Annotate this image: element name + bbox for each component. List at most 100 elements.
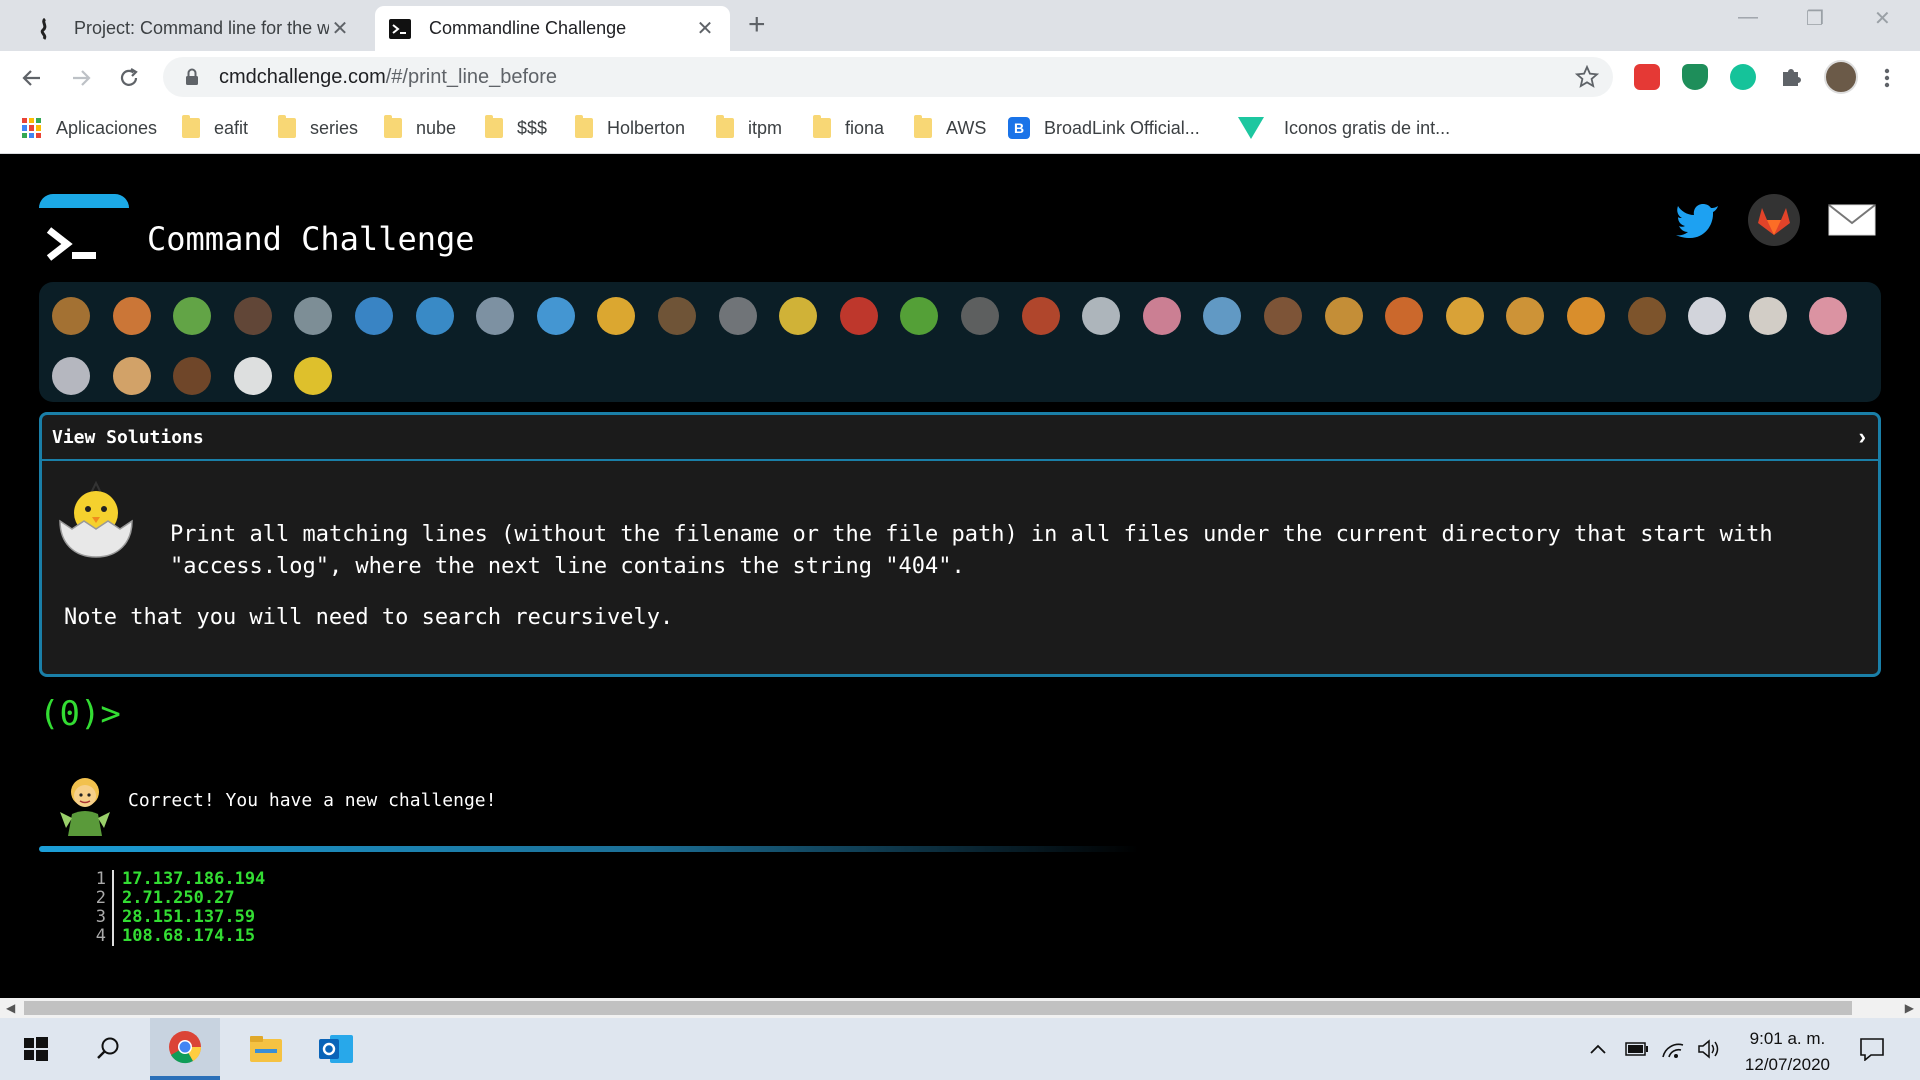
- outlook-icon[interactable]: [306, 1018, 366, 1080]
- folder-icon: [813, 115, 831, 138]
- caterpillar-icon[interactable]: [168, 292, 216, 340]
- snail-icon[interactable]: [47, 292, 95, 340]
- battery-icon[interactable]: [1624, 1018, 1650, 1080]
- bookmark-iconos[interactable]: Iconos gratis de int...: [1238, 115, 1450, 141]
- notifications-icon[interactable]: [1852, 1018, 1892, 1080]
- bookmark-star-icon[interactable]: [1574, 64, 1600, 94]
- tab-commandline[interactable]: Commandline Challenge ✕: [375, 6, 730, 51]
- cat-icon[interactable]: [1441, 292, 1489, 340]
- ladybug-icon[interactable]: [835, 292, 883, 340]
- bookmark-folder-fiona[interactable]: fiona: [813, 115, 884, 141]
- butterfly-icon[interactable]: [108, 292, 156, 340]
- grammarly-extension-icon[interactable]: [1730, 64, 1756, 90]
- twitter-icon[interactable]: [1672, 194, 1724, 246]
- dolphin-icon[interactable]: [411, 292, 459, 340]
- scroll-left-icon[interactable]: ◀: [6, 1001, 15, 1015]
- bookmark-folder-holberton[interactable]: Holberton: [575, 115, 685, 141]
- file-explorer-icon[interactable]: [236, 1018, 296, 1080]
- extensions-puzzle-icon[interactable]: [1778, 64, 1804, 90]
- bookmark-folder-eafit[interactable]: eafit: [182, 115, 248, 141]
- scorpion-icon[interactable]: [1017, 292, 1065, 340]
- shark-icon[interactable]: [471, 292, 519, 340]
- line-number: 1: [90, 870, 114, 889]
- horse-icon[interactable]: [1623, 292, 1671, 340]
- bookmark-folder-nube[interactable]: nube: [384, 115, 456, 141]
- tab-close-icon[interactable]: ✕: [694, 16, 716, 41]
- tab-close-icon[interactable]: ✕: [329, 16, 351, 41]
- dog-icon[interactable]: [1320, 292, 1368, 340]
- bookmark-folder-itpm[interactable]: itpm: [716, 115, 782, 141]
- clock-time: 9:01 a. m.: [1749, 1029, 1826, 1048]
- menu-dots-icon[interactable]: [1872, 63, 1902, 93]
- folder-icon: [914, 115, 932, 138]
- tropical-fish-icon[interactable]: [592, 292, 640, 340]
- ant-icon[interactable]: [229, 292, 277, 340]
- reload-icon[interactable]: [114, 63, 144, 93]
- bookmark-folder-series[interactable]: series: [278, 115, 358, 141]
- mouse-icon[interactable]: [47, 352, 95, 400]
- bookmark-label: fiona: [845, 117, 885, 138]
- gitlab-icon[interactable]: [1748, 194, 1800, 246]
- panda-icon[interactable]: [229, 352, 277, 400]
- close-window-icon[interactable]: ✕: [1874, 6, 1891, 31]
- profile-avatar[interactable]: [1824, 60, 1858, 94]
- tab-title: Commandline Challenge: [429, 18, 627, 38]
- search-icon[interactable]: [84, 1018, 132, 1080]
- monkey-icon[interactable]: [1259, 292, 1307, 340]
- bookmark-apps[interactable]: Aplicaciones: [22, 115, 157, 141]
- bookmark-label: Aplicaciones: [56, 117, 158, 138]
- adblock-extension-icon[interactable]: [1634, 64, 1660, 90]
- restore-icon[interactable]: ❐: [1806, 6, 1824, 31]
- command-output: 1 17.137.186.194 2 2.71.250.27 3 28.151.137…: [90, 870, 265, 946]
- address-bar[interactable]: cmdchallenge.com/#/print_line_before: [163, 57, 1613, 97]
- horizontal-scrollbar[interactable]: ◀ ▶: [0, 998, 1920, 1018]
- apps-grid-icon: [22, 118, 42, 138]
- bookmark-folder-aws[interactable]: AWS: [914, 115, 986, 141]
- pig-icon[interactable]: [1804, 292, 1852, 340]
- volume-icon[interactable]: [1696, 1018, 1722, 1080]
- url-path: /#/print_line_before: [385, 65, 557, 88]
- minimize-icon[interactable]: —: [1738, 6, 1758, 29]
- chevron-right-icon[interactable]: ›: [1859, 424, 1866, 450]
- fish-icon[interactable]: [532, 292, 580, 340]
- worm-icon[interactable]: [1138, 292, 1186, 340]
- chevron-up-icon[interactable]: [1586, 1018, 1610, 1080]
- line-number: 4: [90, 927, 114, 946]
- windows-start-icon[interactable]: [12, 1018, 60, 1080]
- chrome-taskbar-icon[interactable]: [150, 1018, 220, 1080]
- terminal-logo-icon[interactable]: [45, 222, 105, 266]
- wolf-icon[interactable]: [714, 292, 762, 340]
- spider-icon[interactable]: [956, 292, 1004, 340]
- scrollbar-thumb[interactable]: [24, 1001, 1852, 1015]
- fox-icon[interactable]: [1380, 292, 1428, 340]
- crab-turtle-icon[interactable]: [653, 292, 701, 340]
- fly-icon[interactable]: [1077, 292, 1125, 340]
- hatching-chick-icon[interactable]: [289, 352, 337, 400]
- terminal-prompt[interactable]: (0)>: [39, 694, 121, 734]
- unicorn-icon[interactable]: [1683, 292, 1731, 340]
- taskbar-clock[interactable]: 9:01 a. m. 12/07/2020: [1745, 1026, 1830, 1078]
- lizard-icon[interactable]: [895, 292, 943, 340]
- wifi-icon[interactable]: [1660, 1018, 1686, 1080]
- microbe-icon[interactable]: [1198, 292, 1246, 340]
- scroll-right-icon[interactable]: ▶: [1905, 1001, 1914, 1015]
- shield-extension-icon[interactable]: [1682, 64, 1708, 90]
- bear-icon[interactable]: [168, 352, 216, 400]
- bookmark-broadlink[interactable]: B BroadLink Official...: [1008, 115, 1200, 141]
- cow-icon[interactable]: [1744, 292, 1792, 340]
- tiger-icon[interactable]: [1562, 292, 1610, 340]
- whale-icon[interactable]: [350, 292, 398, 340]
- hamster-icon[interactable]: [108, 352, 156, 400]
- forward-icon[interactable]: [66, 63, 96, 93]
- back-icon[interactable]: [17, 63, 47, 93]
- lion-icon[interactable]: [1501, 292, 1549, 340]
- challenge-icon-strip: [39, 282, 1881, 402]
- spider-web-icon[interactable]: [289, 292, 337, 340]
- mail-icon[interactable]: [1826, 194, 1878, 246]
- bookmark-folder-money[interactable]: $$$: [485, 115, 547, 141]
- site-title[interactable]: Command Challenge: [147, 220, 475, 258]
- view-solutions-toggle[interactable]: View Solutions ›: [42, 415, 1878, 461]
- bee-icon[interactable]: [774, 292, 822, 340]
- tab-project[interactable]: Project: Command line for the wi ✕: [20, 6, 365, 51]
- new-tab-icon[interactable]: +: [748, 8, 766, 42]
